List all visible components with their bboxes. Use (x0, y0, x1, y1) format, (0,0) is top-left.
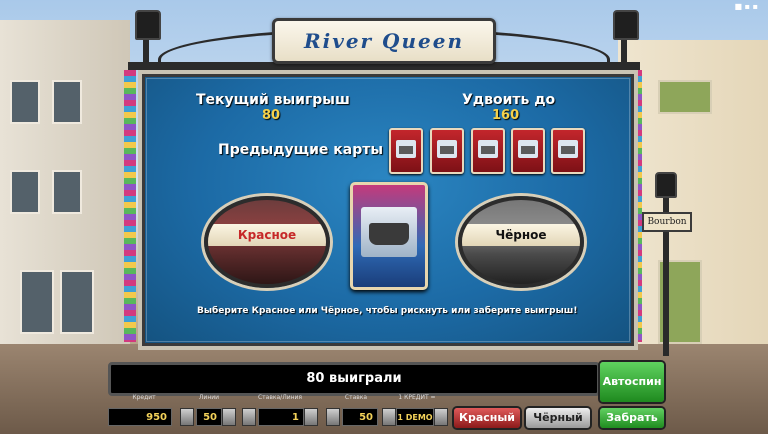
status-message-bar: 80 выиграли (108, 362, 600, 396)
denom-decrease-button[interactable] (382, 408, 396, 426)
denom-value: 1 DEMO (396, 408, 434, 426)
black-button[interactable]: Чёрный (526, 408, 590, 428)
instruction-text: Выберите Красное или Чёрное, чтобы рискн… (197, 306, 578, 316)
lines-label: Линии (198, 394, 220, 401)
gamble-card-back (350, 182, 428, 290)
previous-card (551, 128, 585, 174)
red-choice-label: Красное (237, 228, 297, 242)
previous-card (471, 128, 505, 174)
double-to-value: 160 (492, 108, 520, 123)
street-sign: Bourbon (642, 212, 692, 232)
previous-card (511, 128, 545, 174)
window-controls[interactable]: ■ ▪ ▪ (735, 2, 759, 11)
bet-value: 50 (342, 408, 378, 426)
previous-card (389, 128, 423, 174)
lines-value: 50 (196, 408, 222, 426)
previous-card (430, 128, 464, 174)
left-building (0, 20, 130, 350)
bet-label: Ставка (344, 394, 368, 401)
game-title: River Queen (303, 29, 465, 53)
current-win-label: Текущий выигрыш (196, 92, 350, 108)
take-win-button[interactable]: Забрать (600, 408, 664, 428)
decor-stripes-left (124, 70, 136, 342)
credit-label: Кредит (132, 394, 156, 401)
lines-decrease-button[interactable] (180, 408, 194, 426)
current-win-value: 80 (262, 108, 281, 123)
bet-per-line-value: 1 (258, 408, 304, 426)
denom-label: 1 КРЕДИТ = (398, 394, 436, 401)
black-choice-button[interactable]: Чёрное (458, 196, 584, 288)
bet-per-line-increase-button[interactable] (304, 408, 318, 426)
red-choice-button[interactable]: Красное (204, 196, 330, 288)
bet-decrease-button[interactable] (326, 408, 340, 426)
autospin-button[interactable]: Автоспин (600, 362, 664, 402)
lamp-head-far (655, 172, 677, 198)
black-choice-label: Чёрное (495, 228, 547, 242)
game-logo: River Queen (272, 18, 496, 64)
credit-value: 950 (108, 408, 172, 426)
bet-per-line-label: Ставка/Линия (257, 394, 303, 401)
bet-per-line-decrease-button[interactable] (242, 408, 256, 426)
double-to-label: Удвоить до (462, 92, 556, 108)
red-button[interactable]: Красный (454, 408, 520, 428)
lines-increase-button[interactable] (222, 408, 236, 426)
previous-cards-label: Предыдущие карты (218, 142, 384, 158)
denom-increase-button[interactable] (434, 408, 448, 426)
